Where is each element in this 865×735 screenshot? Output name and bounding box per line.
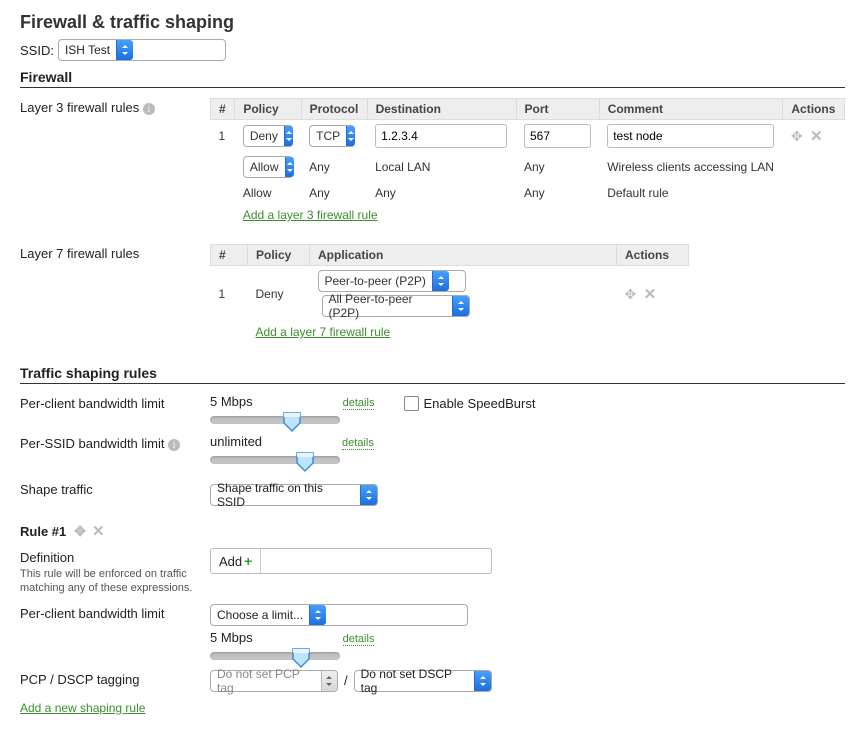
protocol-select[interactable]: TCP xyxy=(309,125,355,147)
per-ssid-bw-value: unlimited xyxy=(210,434,262,449)
details-link[interactable]: details xyxy=(343,633,375,646)
slider-handle-icon[interactable] xyxy=(295,451,315,471)
col-comment: Comment xyxy=(599,99,783,120)
l3-table: # Policy Protocol Destination Port Comme… xyxy=(210,98,845,226)
slider-handle-icon[interactable] xyxy=(291,647,311,667)
col-port: Port xyxy=(516,99,599,120)
policy-select[interactable]: Allow xyxy=(243,156,293,178)
shape-traffic-label: Shape traffic xyxy=(20,480,210,497)
app-select[interactable]: All Peer-to-peer (P2P) xyxy=(322,295,470,317)
rule-bw-slider[interactable] xyxy=(210,652,340,660)
move-icon[interactable]: ✥ xyxy=(625,286,635,302)
rule-bw-value: 5 Mbps xyxy=(210,630,253,645)
col-destination: Destination xyxy=(367,99,516,120)
chevron-updown-icon xyxy=(346,126,355,146)
slider-handle-icon[interactable] xyxy=(282,411,302,431)
per-ssid-bw-label: Per-SSID bandwidth limit i xyxy=(20,434,210,451)
col-protocol: Protocol xyxy=(301,99,367,120)
definition-label: Definition This rule will be enforced on… xyxy=(20,548,210,596)
info-icon[interactable]: i xyxy=(168,439,180,451)
per-client-bw-slider[interactable] xyxy=(210,416,340,424)
table-row: 1 Deny TCP ✥ ✕ xyxy=(211,120,845,153)
chevron-updown-icon xyxy=(116,40,133,60)
per-client-bw-value: 5 Mbps xyxy=(210,394,253,409)
definition-add-box: Add + xyxy=(210,548,492,574)
ssid-select-value: ISH Test xyxy=(65,43,110,57)
details-link[interactable]: details xyxy=(343,397,375,410)
chevron-updown-icon xyxy=(284,126,293,146)
chevron-updown-icon xyxy=(474,671,490,691)
col-num: # xyxy=(211,99,235,120)
app-category-select[interactable]: Peer-to-peer (P2P) xyxy=(318,270,466,292)
move-icon[interactable]: ✥ xyxy=(791,128,801,144)
destination-input[interactable] xyxy=(375,124,507,148)
limit-select[interactable]: Choose a limit... xyxy=(210,604,468,626)
l3-label: Layer 3 firewall rules i xyxy=(20,98,210,115)
port-input[interactable] xyxy=(524,124,591,148)
add-l7-rule-link[interactable]: Add a layer 7 firewall rule xyxy=(256,325,391,339)
per-client-bw-label: Per-client bandwidth limit xyxy=(20,394,210,411)
policy-select[interactable]: Deny xyxy=(243,125,293,147)
pcp-select[interactable]: Do not set PCP tag xyxy=(210,670,338,692)
speedburst-checkbox[interactable]: Enable SpeedBurst xyxy=(404,396,535,411)
ssid-select[interactable]: ISH Test xyxy=(58,39,226,61)
l7-table: # Policy Application Actions 1 Deny Peer… xyxy=(210,244,689,343)
table-row: 1 Deny Peer-to-peer (P2P) All Peer-to-pe… xyxy=(211,266,689,322)
chevron-updown-icon xyxy=(309,605,326,625)
chevron-updown-icon xyxy=(432,271,449,291)
table-row: Allow Any Local LAN Any Wireless clients… xyxy=(211,152,845,182)
col-num: # xyxy=(211,245,248,266)
col-application: Application xyxy=(310,245,617,266)
add-shaping-rule-link[interactable]: Add a new shaping rule xyxy=(20,701,145,715)
close-icon[interactable]: ✕ xyxy=(644,286,657,303)
details-link[interactable]: details xyxy=(342,437,374,450)
shape-traffic-select[interactable]: Shape traffic on this SSID xyxy=(210,484,378,506)
close-icon[interactable]: ✕ xyxy=(810,128,823,145)
col-policy: Policy xyxy=(248,245,310,266)
section-firewall: Firewall xyxy=(20,69,845,88)
comment-input[interactable] xyxy=(607,124,774,148)
separator: / xyxy=(344,673,348,688)
col-policy: Policy xyxy=(235,99,301,120)
col-actions: Actions xyxy=(617,245,689,266)
rule-per-client-bw-label: Per-client bandwidth limit xyxy=(20,604,210,621)
info-icon[interactable]: i xyxy=(143,103,155,115)
section-traffic-shaping: Traffic shaping rules xyxy=(20,365,845,384)
close-icon[interactable]: ✕ xyxy=(92,522,105,540)
pcp-dscp-label: PCP / DSCP tagging xyxy=(20,670,210,687)
chevron-updown-icon xyxy=(360,485,377,505)
l7-label: Layer 7 firewall rules xyxy=(20,244,210,261)
table-row: Allow Any Any Any Default rule xyxy=(211,182,845,204)
add-l3-rule-link[interactable]: Add a layer 3 firewall rule xyxy=(243,208,378,222)
add-expression-button[interactable]: Add + xyxy=(211,549,261,573)
rule-title: Rule #1 xyxy=(20,524,66,539)
ssid-label: SSID: xyxy=(20,43,54,58)
move-icon[interactable]: ✥ xyxy=(74,523,84,540)
dscp-select[interactable]: Do not set DSCP tag xyxy=(354,670,492,692)
plus-icon: + xyxy=(244,553,252,569)
chevron-updown-icon xyxy=(285,157,294,177)
page-title: Firewall & traffic shaping xyxy=(20,12,845,33)
per-ssid-bw-slider[interactable] xyxy=(210,456,340,464)
col-actions: Actions xyxy=(783,99,845,120)
chevron-updown-icon xyxy=(452,296,469,316)
chevron-updown-icon xyxy=(321,671,337,691)
